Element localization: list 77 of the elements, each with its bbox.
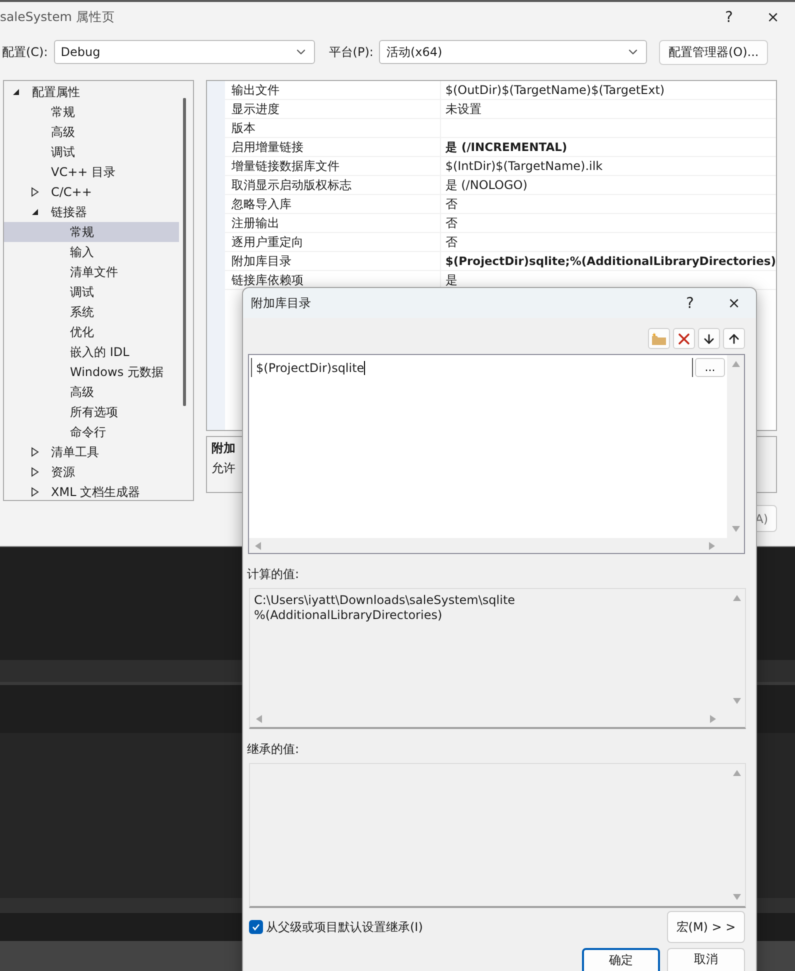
platform-dropdown[interactable]: 活动(x64) xyxy=(379,40,648,64)
move-down-button[interactable] xyxy=(698,328,720,349)
collapsed-icon[interactable] xyxy=(31,187,39,197)
tree-item[interactable]: 常规 xyxy=(4,222,180,242)
property-value: $(OutDir)$(TargetName)$(TargetExt) xyxy=(444,82,665,99)
property-value: $(IntDir)$(TargetName).ilk xyxy=(444,158,603,175)
property-value: 是 (/INCREMENTAL) xyxy=(444,139,568,156)
property-name: 附加库目录 xyxy=(225,252,442,270)
dialog-title: 附加库目录 xyxy=(251,294,312,312)
property-name: 取消显示启动版权标志 xyxy=(225,176,442,194)
inherit-label: 从父级或项目默认设置继承(I) xyxy=(266,918,423,936)
property-name: 增量链接数据库文件 xyxy=(225,157,442,175)
macro-button[interactable]: 宏(M) > > xyxy=(667,911,745,943)
check-icon xyxy=(251,922,261,932)
inherited-label: 继承的值: xyxy=(247,741,300,758)
tree-item[interactable]: 链接器 xyxy=(4,202,180,222)
move-up-button[interactable] xyxy=(723,328,745,349)
property-value: 未设置 xyxy=(444,101,482,118)
property-value: 否 xyxy=(444,196,458,213)
delete-button[interactable] xyxy=(673,328,695,349)
close-button[interactable]: × xyxy=(751,2,795,32)
computed-line: %(AdditionalLibraryDirectories) xyxy=(254,608,444,622)
tree-item[interactable]: 命令行 xyxy=(4,422,180,442)
tree-item[interactable]: 配置属性 xyxy=(4,82,180,102)
scrollbar-thumb[interactable] xyxy=(183,98,188,406)
property-name: 逐用户重定向 xyxy=(225,233,442,251)
computed-line: C:\Users\iyatt\Downloads\saleSystem\sqlite xyxy=(254,593,516,607)
tree-item[interactable]: 调试 xyxy=(4,142,180,162)
tree-item[interactable]: C/C++ xyxy=(4,182,180,202)
ok-button[interactable]: 确定 xyxy=(582,948,660,971)
platform-label: 平台(P): xyxy=(328,44,374,60)
config-dropdown[interactable]: Debug xyxy=(54,40,315,64)
property-name: 输出文件 xyxy=(225,81,442,99)
property-name: 忽略导入库 xyxy=(225,195,442,213)
window-title: saleSystem 属性页 xyxy=(0,8,116,26)
tree-item[interactable]: 清单文件 xyxy=(4,262,180,282)
cancel-button[interactable]: 取消 xyxy=(667,948,745,971)
tree-item[interactable]: 所有选项 xyxy=(4,402,180,422)
inherit-checkbox[interactable] xyxy=(249,920,263,934)
tree-item[interactable]: 资源 xyxy=(4,462,180,482)
property-name: 注册输出 xyxy=(225,214,442,232)
description-text: 允许 xyxy=(211,460,236,477)
collapsed-icon[interactable] xyxy=(31,487,39,497)
tree-item[interactable]: VC++ 目录 xyxy=(4,162,180,182)
description-title: 附加 xyxy=(211,440,236,457)
close-button[interactable]: × xyxy=(712,288,756,318)
property-value: 是 (/NOLOGO) xyxy=(444,177,528,194)
property-name: 启用增量链接 xyxy=(225,138,442,156)
tree-item[interactable]: 常规 xyxy=(4,102,180,122)
expanded-icon[interactable] xyxy=(31,208,39,216)
property-value: 否 xyxy=(444,215,458,232)
help-button[interactable]: ? xyxy=(707,2,751,32)
tree-item[interactable]: 系统 xyxy=(4,302,180,322)
collapsed-icon[interactable] xyxy=(31,467,39,477)
property-value: $(ProjectDir)sqlite;%(AdditionalLibraryDirectories) xyxy=(444,253,776,270)
collapsed-icon[interactable] xyxy=(31,447,39,457)
directory-input[interactable]: $(ProjectDir)sqlite xyxy=(251,358,693,377)
expanded-icon[interactable] xyxy=(12,88,20,96)
computed-label: 计算的值: xyxy=(247,566,300,583)
property-name: 版本 xyxy=(225,119,442,137)
tree-item[interactable]: XML 文档生成器 xyxy=(4,482,180,502)
property-value: 否 xyxy=(444,234,458,251)
property-name: 显示进度 xyxy=(225,100,442,118)
tree-item[interactable]: 高级 xyxy=(4,382,180,402)
folder-icon xyxy=(651,332,667,346)
tree-item[interactable]: 清单工具 xyxy=(4,442,180,462)
tree-item[interactable]: 输入 xyxy=(4,242,180,262)
config-label: 配置(C): xyxy=(2,44,48,60)
tree-item[interactable]: Windows 元数据 xyxy=(4,362,180,382)
tree-item[interactable]: 优化 xyxy=(4,322,180,342)
tree-item[interactable]: 嵌入的 IDL xyxy=(4,342,180,362)
help-button[interactable]: ? xyxy=(668,288,712,318)
tree-item[interactable]: 高级 xyxy=(4,122,180,142)
tree-item[interactable]: 调试 xyxy=(4,282,180,302)
config-manager-button[interactable]: 配置管理器(O)... xyxy=(659,40,768,64)
browse-button[interactable]: ... xyxy=(695,358,725,377)
property-value: 是 xyxy=(444,272,458,289)
